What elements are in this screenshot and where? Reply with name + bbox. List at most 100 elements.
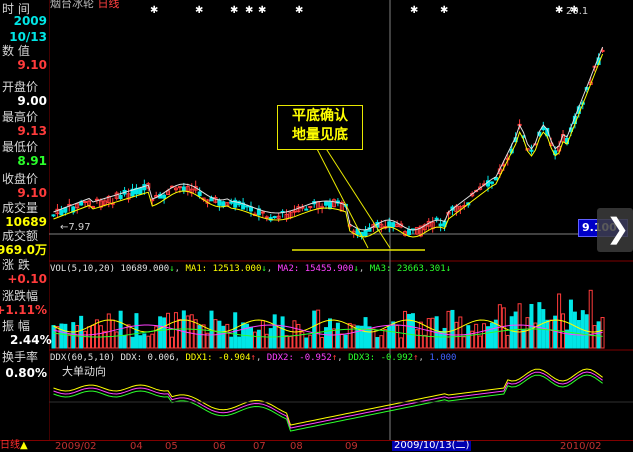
volume-bar bbox=[312, 310, 317, 349]
volume-bar bbox=[367, 326, 372, 349]
candle-body bbox=[272, 216, 277, 219]
info-label: 换手率 bbox=[2, 350, 39, 364]
info-value: 969.0万 bbox=[0, 243, 47, 257]
volume-bar bbox=[252, 331, 257, 349]
candle-body bbox=[434, 217, 439, 220]
volume-bar bbox=[462, 336, 467, 349]
volume-bar bbox=[525, 317, 530, 349]
candle-body bbox=[197, 191, 202, 197]
volume-bar bbox=[509, 316, 514, 349]
event-marker-icon: ✱ bbox=[410, 5, 418, 16]
volume-bar bbox=[545, 319, 550, 349]
volume-bar bbox=[458, 316, 463, 349]
volume-bar bbox=[276, 326, 281, 349]
volume-bar bbox=[549, 319, 554, 349]
ddx1-line bbox=[53, 368, 603, 426]
volume-bar bbox=[237, 336, 242, 349]
candle-body bbox=[324, 201, 329, 206]
volume-bar bbox=[110, 319, 115, 349]
vol-indicator-bar: VOL(5,10,20) 10689.000↓, MA1: 12513.000↓… bbox=[50, 264, 452, 274]
chevron-right-icon: ❯ bbox=[606, 212, 630, 245]
volume-bar bbox=[557, 293, 562, 349]
info-value: 2009 bbox=[13, 14, 47, 28]
candle-body bbox=[83, 201, 88, 204]
volume-bar bbox=[592, 325, 597, 349]
volume-bar bbox=[414, 329, 419, 349]
volume-bar bbox=[126, 324, 131, 349]
volume-bar bbox=[553, 315, 558, 349]
info-value: 8.91 bbox=[17, 154, 47, 168]
event-marker-icon: ✱ bbox=[195, 5, 203, 16]
candle-body bbox=[529, 149, 534, 152]
candle-body bbox=[489, 181, 494, 184]
candle-body bbox=[264, 216, 269, 219]
candle-body bbox=[51, 214, 56, 217]
candle-body bbox=[245, 205, 250, 208]
volume-bar bbox=[229, 336, 234, 349]
candle-body bbox=[138, 187, 143, 195]
candle-body bbox=[118, 195, 123, 199]
event-marker-icon: ✱ bbox=[245, 5, 253, 16]
annotation-box: 平底确认 地量见底 bbox=[277, 105, 363, 150]
volume-bar bbox=[422, 334, 427, 349]
volume-bar bbox=[399, 337, 404, 349]
candle-body bbox=[292, 210, 297, 213]
ddx-subtitle: 大单动向 bbox=[62, 365, 106, 378]
date-axis: 2009/02 04 05 06 07 08 09 2010/02 bbox=[0, 440, 633, 452]
volume-bar bbox=[102, 330, 107, 349]
info-value: 9.13 bbox=[17, 124, 47, 138]
info-label: 振 幅 bbox=[2, 319, 30, 333]
period-switch-button[interactable]: 日线▲ bbox=[0, 441, 28, 451]
min-price-label: ←7.97 bbox=[60, 222, 91, 233]
vol-ma2: MA2: 15455.900 bbox=[277, 264, 354, 274]
event-marker-icon: ✱ bbox=[150, 5, 158, 16]
info-value: 2.44% bbox=[10, 333, 52, 347]
volume-bar bbox=[75, 325, 80, 349]
volume-bar bbox=[446, 310, 451, 349]
annotation-line-1: 平底确认 bbox=[292, 108, 348, 124]
volume-bar bbox=[308, 334, 313, 349]
volume-bar bbox=[375, 337, 380, 349]
info-value: 10689 bbox=[5, 215, 47, 229]
info-label: 最低价 bbox=[2, 140, 39, 154]
volume-bar bbox=[221, 325, 226, 349]
volume-bar bbox=[407, 313, 411, 349]
kline-chart-canvas[interactable]: ✱ ✱ ✱ ✱ ✱ ✱ ✱ ✱ ✱ ✱ bbox=[0, 0, 633, 451]
info-value: 9.10 bbox=[17, 58, 47, 72]
volume-bar bbox=[379, 335, 384, 349]
volume-bar bbox=[268, 328, 273, 349]
volume-bar bbox=[320, 336, 325, 349]
candle-body bbox=[260, 211, 265, 214]
volume-bar bbox=[264, 333, 269, 349]
stock-name: 烟台冰轮 bbox=[50, 0, 94, 10]
volume-bar bbox=[166, 312, 171, 349]
candle-body bbox=[308, 205, 313, 208]
volume-bar bbox=[55, 325, 60, 349]
volume-bar bbox=[213, 319, 218, 349]
candle-body bbox=[181, 186, 186, 192]
volume-bar bbox=[142, 333, 147, 349]
candle-body bbox=[162, 194, 167, 199]
volume-bar bbox=[596, 321, 601, 349]
info-value: 0.80% bbox=[5, 366, 47, 380]
event-marker-icon: ✱ bbox=[295, 5, 303, 16]
volume-bar bbox=[201, 324, 206, 349]
volume-bar bbox=[134, 313, 139, 349]
info-value-2: 10/13 bbox=[9, 30, 47, 44]
next-page-button[interactable]: ❯ bbox=[597, 208, 633, 252]
volume-bar bbox=[87, 326, 92, 349]
volume-bar bbox=[63, 323, 68, 349]
volume-bar bbox=[450, 309, 455, 349]
volume-bar bbox=[170, 336, 174, 349]
volume-bar bbox=[189, 314, 194, 349]
event-marker-icon: ✱ bbox=[440, 5, 448, 16]
candle-body bbox=[229, 201, 234, 204]
event-marker-icon: ✱ bbox=[258, 5, 266, 16]
volume-bar bbox=[138, 335, 143, 349]
volume-bar bbox=[517, 303, 522, 349]
vol-ma3: MA3: 23663.301 bbox=[369, 264, 446, 274]
volume-bar bbox=[430, 317, 435, 349]
volume-bar bbox=[83, 330, 88, 349]
info-label: 涨 跌 bbox=[2, 258, 30, 272]
volume-bar bbox=[162, 317, 167, 349]
